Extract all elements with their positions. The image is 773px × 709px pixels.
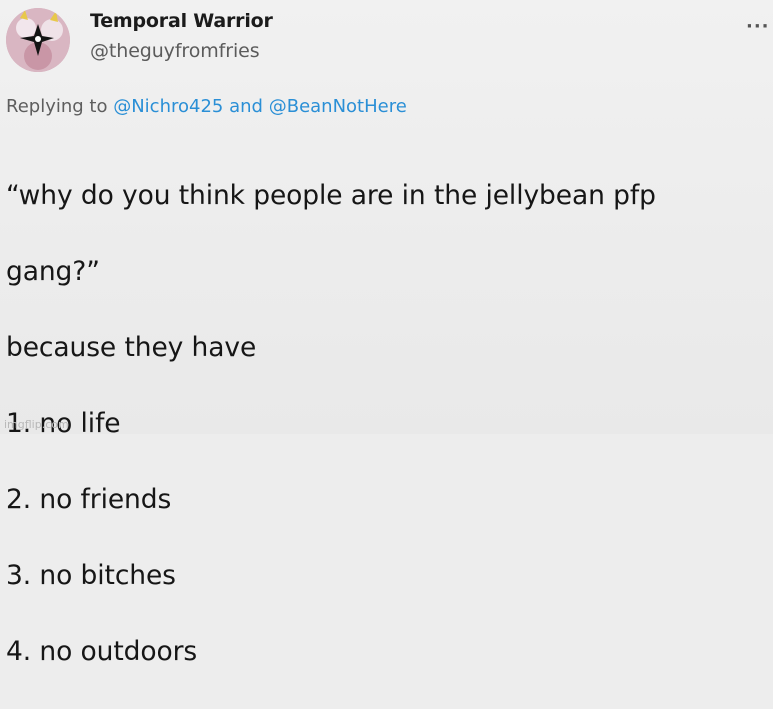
mention-link-beannothere[interactable]: @BeanNotHere [269,96,407,117]
user-handle[interactable]: @theguyfromfries [90,40,260,62]
tweet-text: “why do you think people are in the jell… [6,139,746,709]
replying-prefix: Replying to [6,96,108,117]
tweet-line: 4. no outdoors [6,636,198,667]
tweet-line: gang?” [6,256,100,287]
tweet-line: 3. no bitches [6,560,176,591]
display-name[interactable]: Temporal Warrior [90,10,273,32]
tweet-line: because they have [6,332,257,363]
avatar-image [6,8,70,72]
tweet-line: 2. no friends [6,484,172,515]
tweet-line: 1. no life [6,408,121,439]
mention-link-nichro[interactable]: @Nichro425 [113,96,223,117]
more-horizontal-icon[interactable]: ··· [746,18,770,36]
imgflip-watermark: imgflip.com [4,418,69,431]
tweet-card: Temporal Warrior @theguyfromfries ··· Re… [0,0,773,667]
replying-to: Replying to @Nichro425 and @BeanNotHere [6,96,407,117]
tweet-line: “why do you think people are in the jell… [6,180,656,211]
replying-connector: and [229,96,263,117]
avatar[interactable] [6,8,70,72]
